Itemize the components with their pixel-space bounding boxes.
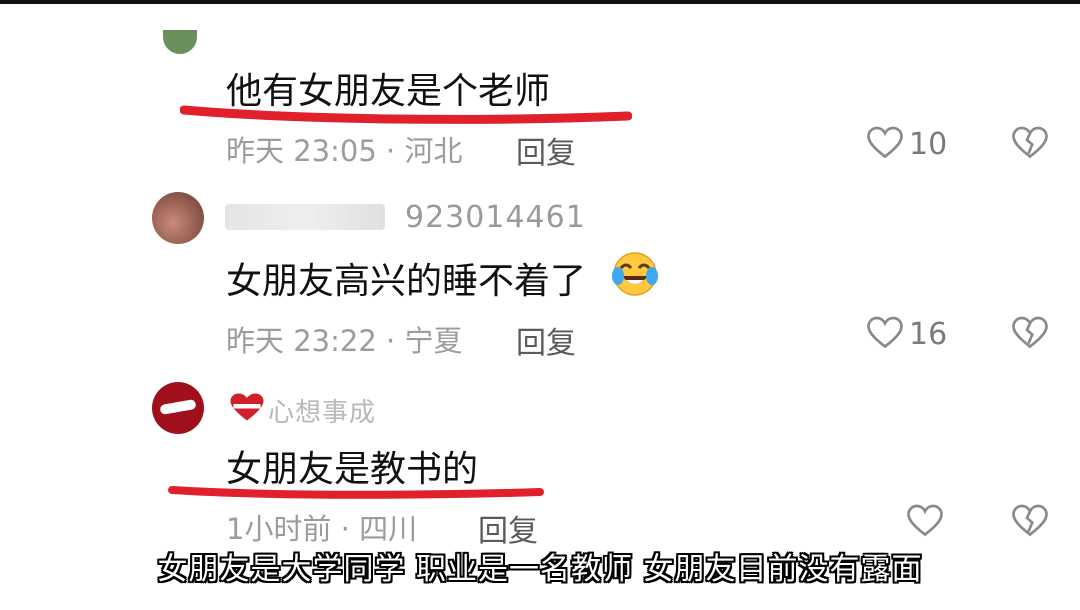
avatar[interactable]	[152, 382, 204, 434]
dislike-icon[interactable]	[1012, 504, 1048, 538]
heart-icon[interactable]	[867, 316, 903, 350]
dislike-icon[interactable]	[1012, 126, 1048, 160]
dislike-icon[interactable]	[1012, 316, 1048, 350]
username-blurred	[225, 204, 385, 230]
avatar[interactable]	[163, 30, 197, 54]
comment-meta: 昨天 23:05 · 河北	[226, 134, 463, 168]
heart-icon[interactable]	[907, 504, 943, 538]
reply-button[interactable]: 回复	[516, 318, 576, 362]
laughing-crying-emoji	[612, 252, 658, 296]
heart-icon[interactable]	[867, 126, 903, 160]
like-count: 16	[909, 317, 948, 352]
like-count: 10	[909, 127, 948, 162]
reply-button[interactable]: 回复	[516, 128, 576, 172]
top-border	[0, 0, 1080, 4]
comment-meta: 昨天 23:22 · 宁夏	[226, 324, 463, 358]
comment-underline	[180, 105, 632, 124]
video-subtitle: 女朋友是大学同学 职业是一名教师 女朋友目前没有露面	[157, 552, 923, 587]
username[interactable]: 923014461	[405, 200, 586, 235]
heart-icon	[230, 393, 264, 421]
comment-underline	[168, 486, 544, 499]
comment-text: 女朋友高兴的睡不着了	[226, 261, 587, 302]
avatar[interactable]	[152, 192, 204, 244]
comment-meta: 1小时前 · 四川	[226, 512, 418, 546]
username[interactable]: 心想事成	[268, 392, 376, 429]
